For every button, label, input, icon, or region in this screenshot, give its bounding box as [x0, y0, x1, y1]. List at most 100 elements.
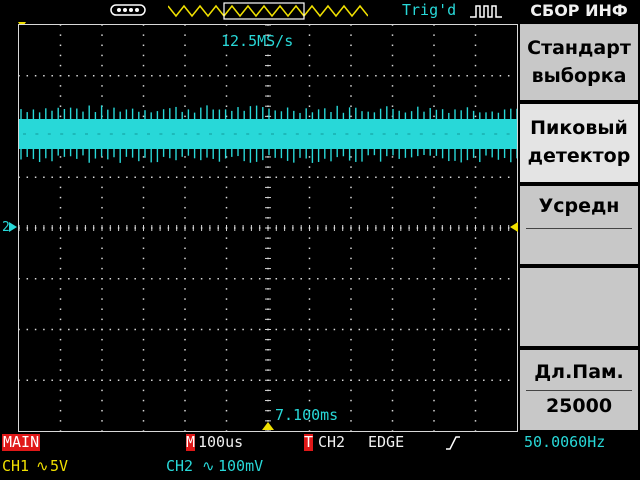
grid-dot	[26, 278, 29, 280]
grid-dot	[391, 399, 394, 402]
grid-dot	[408, 328, 410, 331]
grid-dot	[68, 176, 70, 178]
grid-dot	[391, 379, 394, 381]
grid-dot	[184, 318, 186, 321]
grid-dot	[416, 328, 419, 331]
grid-dot	[300, 379, 302, 381]
grid-dot	[325, 176, 327, 178]
grid-dot	[59, 156, 62, 158]
grid-dot	[242, 176, 244, 178]
grid-dot	[350, 328, 352, 331]
grid-dot	[358, 176, 361, 178]
grid-dot	[350, 105, 352, 107]
grid-dot	[275, 328, 278, 331]
grid-dot	[225, 25, 228, 26]
grid-dot	[184, 349, 186, 351]
grid-dot	[258, 278, 261, 280]
grid-dot	[441, 328, 444, 331]
grid-dot	[308, 176, 311, 178]
grid-dot	[184, 75, 186, 77]
grid-dot	[474, 95, 477, 97]
grid-dot	[433, 318, 435, 321]
grid-dot	[292, 176, 294, 178]
grid-dot	[341, 75, 344, 77]
grid-dot	[234, 278, 236, 280]
grid-dot	[441, 278, 444, 280]
grid-dot	[499, 176, 502, 178]
grid-dot	[391, 217, 394, 219]
menu-button-empty[interactable]	[520, 268, 638, 346]
grid-dot	[101, 288, 103, 290]
grid-dot	[424, 176, 427, 178]
top-status-bar: Trig'd	[0, 0, 518, 28]
grid-dot	[458, 328, 460, 331]
grid-dot	[159, 75, 161, 77]
grid-dot	[92, 379, 95, 381]
grid-dot	[184, 409, 186, 412]
grid-dot	[300, 328, 302, 331]
grid-dot	[350, 278, 352, 280]
grid-dot	[433, 206, 435, 209]
graticule	[19, 25, 517, 431]
grid-dot	[350, 399, 352, 402]
grid-dot	[101, 237, 103, 239]
grid-dot	[433, 95, 435, 97]
grid-dot	[184, 206, 186, 209]
grid-dot	[167, 278, 170, 280]
grid-dot	[142, 389, 145, 392]
grid-dot	[184, 288, 186, 290]
grid-dot	[101, 54, 103, 57]
grid-dot	[358, 379, 361, 381]
grid-dot	[101, 349, 103, 351]
grid-dot	[142, 409, 145, 412]
grid-dot	[19, 379, 20, 381]
grid-dot	[142, 278, 145, 280]
grid-dot	[101, 34, 103, 36]
grid-dot	[308, 25, 311, 26]
grid-dot	[225, 288, 228, 290]
grid-dot	[474, 25, 477, 26]
grid-dot	[192, 278, 195, 280]
trigger-level-marker	[510, 222, 518, 232]
grid-dot	[184, 359, 186, 361]
grid-dot	[308, 349, 311, 351]
waveform-display[interactable]: 12.5MS/s 7.100ms	[18, 24, 518, 432]
grid-dot	[76, 379, 78, 381]
grid-dot	[325, 278, 327, 280]
grid-dot	[167, 75, 170, 77]
grid-dot	[391, 34, 394, 36]
grid-dot	[175, 328, 178, 331]
grid-dot	[358, 75, 361, 77]
grid-dot	[308, 298, 311, 300]
grid-dot	[19, 75, 20, 77]
grid-dot	[308, 217, 311, 219]
grid-dot	[184, 54, 186, 57]
grid-dot	[350, 349, 352, 351]
grid-dot	[109, 75, 112, 77]
grid-dot	[350, 95, 352, 97]
grid-dot	[159, 176, 161, 178]
grid-dot	[433, 369, 435, 371]
grid-dot	[258, 75, 261, 77]
grid-dot	[441, 75, 444, 77]
grid-dot	[184, 430, 186, 431]
menu-button-peak-detect[interactable]: Пиковый детектор	[520, 104, 638, 182]
grid-dot	[424, 278, 427, 280]
grid-dot	[142, 328, 145, 331]
grid-dot	[184, 85, 186, 87]
grid-dot	[142, 430, 145, 431]
grid-dot	[507, 328, 510, 331]
grid-dot	[391, 389, 394, 392]
grid-dot	[350, 156, 352, 158]
grid-dot	[126, 75, 128, 77]
grid-dot	[391, 338, 394, 341]
menu-button-normal-sample[interactable]: Стандарт выборка	[520, 24, 638, 100]
grid-dot	[391, 105, 394, 107]
grid-dot	[92, 75, 95, 77]
grid-dot	[142, 318, 145, 321]
grid-dot	[225, 430, 228, 431]
grid-dot	[350, 206, 352, 209]
grid-dot	[474, 430, 477, 431]
menu-button-average[interactable]: Усредн	[520, 186, 638, 264]
menu-divider	[526, 390, 632, 391]
